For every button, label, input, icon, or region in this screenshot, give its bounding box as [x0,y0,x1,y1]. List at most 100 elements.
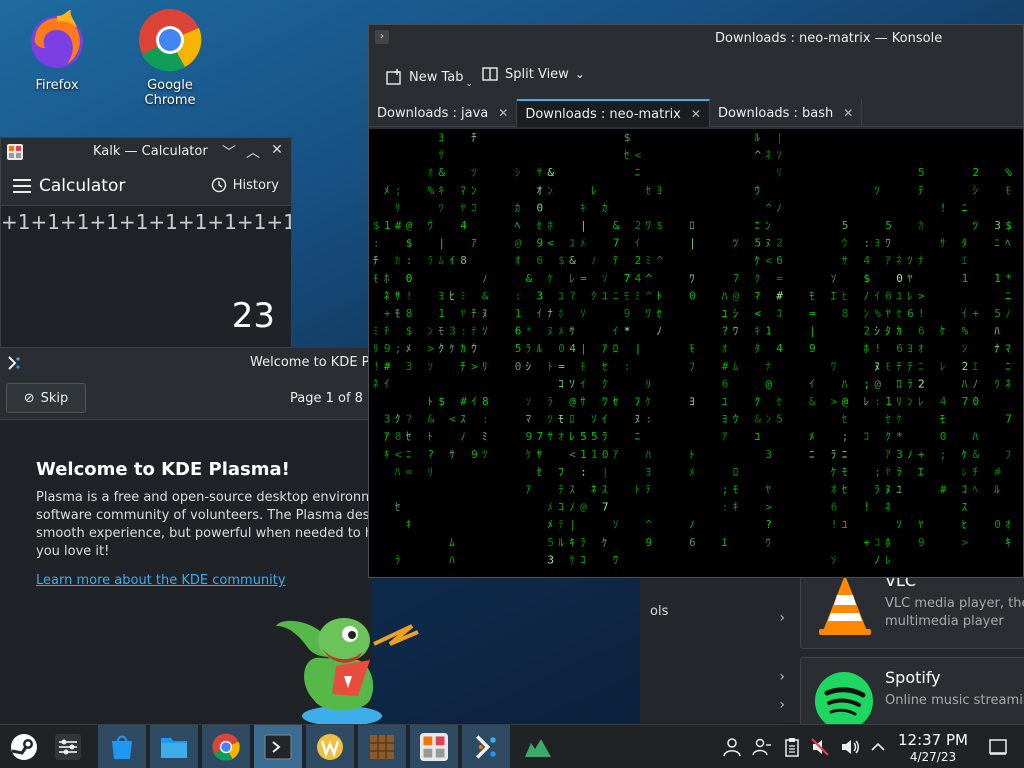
matrix-glyph: ﾓ [395,307,401,320]
matrix-glyph: & [482,289,489,302]
matrix-glyph: ｾ [885,413,891,426]
users-switch-icon[interactable] [752,737,772,757]
matrix-glyph: ｺ [776,307,782,320]
matrix-glyph: ! [874,342,881,355]
taskbar-kwrite[interactable] [306,725,354,768]
matrix-glyph: ｴ [831,289,837,302]
matrix-glyph: ｷ [438,184,444,197]
clock[interactable]: 12:37 PM 4/27/23 [897,731,969,764]
vlc-icon [819,575,871,635]
matrix-glyph: ﾕ [722,307,728,320]
speaker-muted-icon[interactable] [810,737,830,757]
matrix-glyph: # [460,395,467,408]
matrix-glyph: ﾅ [918,254,924,267]
settings-icon [55,734,81,760]
taskbar-dolphin[interactable] [150,725,198,768]
matrix-glyph: ﾑ [733,360,739,373]
system-monitor-icon [525,739,551,757]
desktop-icon-chrome[interactable]: Google Chrome [120,8,220,108]
matrix-glyph: 7 [1005,413,1012,426]
matrix-glyph: 7 [602,501,609,514]
page-indicator: Page 1 of 8 [290,391,363,406]
matrix-glyph: ﾉ [907,448,913,461]
matrix-glyph: ﾛ [689,219,695,232]
konsole-app-icon: › [375,30,389,44]
matrix-glyph: ﾓ [624,289,630,302]
matrix-glyph: ｵ [558,430,564,443]
matrix-glyph: ｻ [547,430,553,443]
matrix-glyph: ﾔ [460,201,466,214]
matrix-glyph: ﾗ [395,553,401,566]
matrix-glyph: @ [406,219,413,232]
desktop-icon-firefox[interactable]: Firefox [7,8,107,93]
matrix-glyph: ﾅ [994,342,1000,355]
split-view-button[interactable]: Split View ⌄ [481,65,585,83]
skip-button[interactable]: ⊘ Skip [6,383,86,413]
taskbar-minecraft[interactable] [358,725,406,768]
taskbar-steam[interactable] [0,725,48,768]
matrix-glyph: ﾜ [733,325,739,338]
matrix-glyph: # [384,360,391,373]
matrix-glyph: ﾆ [635,166,641,179]
matrix-glyph: ｿ [569,377,575,390]
matrix-glyph: ｻ [395,201,401,214]
user-icon[interactable] [722,737,742,757]
discover-category-row[interactable]: › [650,691,785,721]
matrix-rain-output: $:ﾁﾓﾐﾘ!ﾈﾒ1ﾎﾈ+ﾁ9#ｲ3ｱｷ;ｻ#ｶｻﾓ;ｸ8<ﾊｾﾗ@$:0!8$… [373,131,1012,566]
taskbar-welcome[interactable] [462,725,510,768]
expression-display[interactable]: +1+1+1+1+1+1+1+1+1+1+1 [1,210,291,234]
kalk-icon [420,733,448,761]
tab-downloads-java[interactable]: Downloads : java ✕ [369,99,518,127]
app-card-spotify[interactable]: Spotify Online music streaming [800,657,1024,730]
taskbar: 12:37 PM 4/27/23 [0,724,1024,768]
matrix-glyph: ｱ [602,342,608,355]
konsole-titlebar[interactable]: › Downloads : neo-matrix — Konsole [369,25,1023,53]
volume-icon[interactable] [840,737,860,757]
matrix-glyph: = [776,272,783,285]
close-icon[interactable]: ✕ [843,106,853,120]
taskbar-konsole[interactable] [254,725,302,768]
matrix-glyph: ﾓ [689,342,695,355]
kalk-titlebar[interactable]: Kalk — Calculator ﹀ ︿ ✕ [1,138,291,166]
matrix-glyph: ! [864,501,871,514]
matrix-glyph: ｱ [471,237,477,250]
show-desktop-icon[interactable] [988,737,1008,757]
steam-icon [11,734,37,760]
chevron-up-icon[interactable]: ︿ [245,142,261,161]
chevron-down-icon[interactable]: ﹀ [221,142,237,161]
close-icon[interactable]: ✕ [691,107,701,121]
history-button[interactable]: History [211,177,279,193]
welcome-titlebar[interactable]: Welcome to KDE Plasma [0,348,408,378]
matrix-glyph: ﾒ [689,465,695,478]
matrix-glyph: ｽ [962,501,968,514]
taskbar-kalk[interactable] [410,725,458,768]
close-icon[interactable]: ✕ [498,106,508,120]
taskbar-system-monitor[interactable] [514,725,562,768]
taskbar-discover[interactable] [98,725,146,768]
taskbar-chrome[interactable] [202,725,250,768]
welcome-body-line: smooth experience, but powerful when nee… [36,526,370,541]
taskbar-settings[interactable] [44,725,92,768]
chevron-up-icon[interactable] [868,737,888,757]
matrix-glyph: ﾄ [547,360,553,373]
matrix-glyph: ﾁ [384,325,390,338]
tab-label: Downloads : bash [717,105,834,121]
matrix-glyph: * [896,430,903,443]
matrix-glyph: ﾑ [438,254,444,267]
matrix-glyph: 0 [973,395,980,408]
clipboard-icon[interactable] [782,737,802,757]
matrix-glyph: ｱ [885,254,891,267]
new-tab-button[interactable]: New Tab ⌄ [385,65,473,89]
tab-downloads-neo-matrix[interactable]: Downloads : neo-matrix ✕ [517,99,710,127]
hamburger-menu-icon[interactable] [13,179,31,197]
matrix-glyph: ｺ [580,553,586,566]
learn-more-link[interactable]: Learn more about the KDE community [36,573,286,588]
tab-downloads-bash[interactable]: Downloads : bash ✕ [710,99,863,127]
terminal-display[interactable]: $: ﾁﾓﾐﾘ! ﾈﾒ 1 ﾎﾈ + ﾁ 9 # ｲ 3 ｱｷ; ｻ # ｶｻﾓ; ｸ 8 < ﾊｾﾗ @ $:0! 8 $… [369,129,1023,577]
discover-category-row[interactable]: › [650,663,785,693]
matrix-glyph: ^ [656,254,663,267]
matrix-glyph: ﾎ [384,272,390,285]
matrix-glyph: ﾌ [558,465,564,478]
discover-category-row[interactable]: ols › [650,604,785,634]
close-icon[interactable]: ✕ [269,142,285,160]
